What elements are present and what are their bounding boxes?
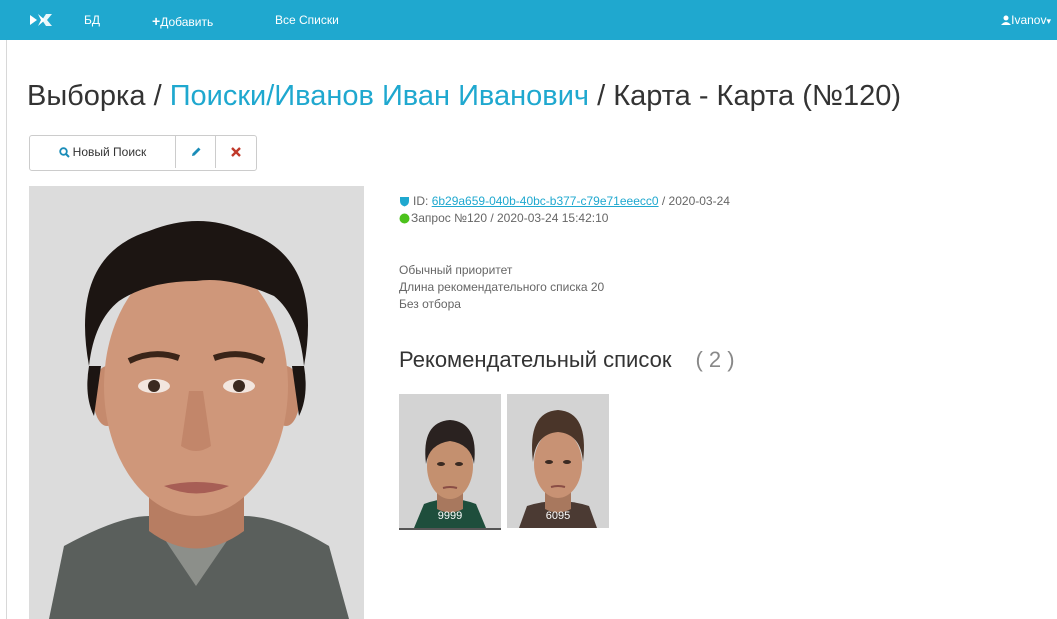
nav-item-add-label: Добавить: [160, 15, 214, 29]
plus-icon: +: [152, 13, 161, 29]
page-left-border: [6, 40, 7, 619]
nav-item-db[interactable]: БД: [84, 13, 100, 27]
thumb-number: 6095: [545, 510, 571, 522]
status-dot-icon: [399, 213, 410, 224]
id-link[interactable]: 6b29a659-040b-40bc-b377-c79e71eeecc0: [432, 193, 659, 210]
search-meta: Обычный приоритет Длина рекомендательног…: [399, 262, 604, 313]
thumb-number: 9999: [437, 510, 463, 522]
id-date: / 2020-03-24: [661, 194, 730, 208]
logo-icon[interactable]: [28, 11, 54, 29]
recommendation-list-title: Рекомендательный список ( 2 ): [399, 347, 735, 373]
user-menu[interactable]: Ivanov▾: [1001, 13, 1051, 27]
user-icon: [1001, 15, 1012, 25]
search-icon: [58, 146, 70, 158]
search-info: ID: 6b29a659-040b-40bc-b377-c79e71eeecc0…: [399, 193, 730, 227]
breadcrumb-current: / Карта - Карта (№120): [597, 80, 902, 112]
breadcrumb-link-person[interactable]: /Иванов Иван Иванович: [266, 80, 589, 112]
action-toolbar: Новый Поиск: [29, 135, 257, 171]
pencil-icon: [191, 147, 200, 156]
id-label: ID:: [413, 194, 429, 208]
close-icon: [231, 147, 241, 157]
priority-text: Обычный приоритет: [399, 263, 513, 277]
recommendation-title-text: Рекомендательный список: [399, 347, 672, 372]
face-image: [29, 186, 364, 619]
nav-item-add[interactable]: +Добавить: [152, 13, 213, 29]
caret-down-icon: ▾: [1046, 16, 1051, 26]
user-name: Ivanov: [1011, 13, 1047, 27]
new-search-button[interactable]: Новый Поиск: [30, 136, 176, 168]
thumb-face-image: [507, 394, 609, 528]
breadcrumb-root: Выборка /: [27, 80, 162, 112]
breadcrumb-link-searches[interactable]: Поиски: [170, 80, 267, 112]
page-title: Выборка / Поиски/Иванов Иван Иванович / …: [27, 76, 901, 116]
nav-item-all-lists[interactable]: Все Списки: [275, 13, 339, 27]
thumb-face-image: [399, 394, 501, 528]
list-length-text: Длина рекомендательного списка 20: [399, 280, 605, 294]
recommendation-count: ( 2 ): [695, 347, 735, 372]
main-face-photo: [29, 186, 364, 619]
filter-text: Без отбора: [399, 297, 461, 311]
request-row: Запрос №120 / 2020-03-24 15:42:10: [399, 210, 730, 227]
recommendation-thumb[interactable]: 9999: [399, 394, 501, 530]
delete-button[interactable]: [216, 136, 256, 168]
new-search-label: Новый Поиск: [72, 145, 147, 159]
shield-icon: [400, 197, 409, 207]
recommendation-thumb[interactable]: 6095: [507, 394, 609, 528]
edit-button[interactable]: [176, 136, 216, 168]
top-navbar: БД +Добавить Все Списки Ivanov▾: [0, 0, 1057, 40]
request-label: Запрос №120 / 2020-03-24 15:42:10: [411, 211, 609, 225]
id-row: ID: 6b29a659-040b-40bc-b377-c79e71eeecc0…: [399, 193, 730, 210]
